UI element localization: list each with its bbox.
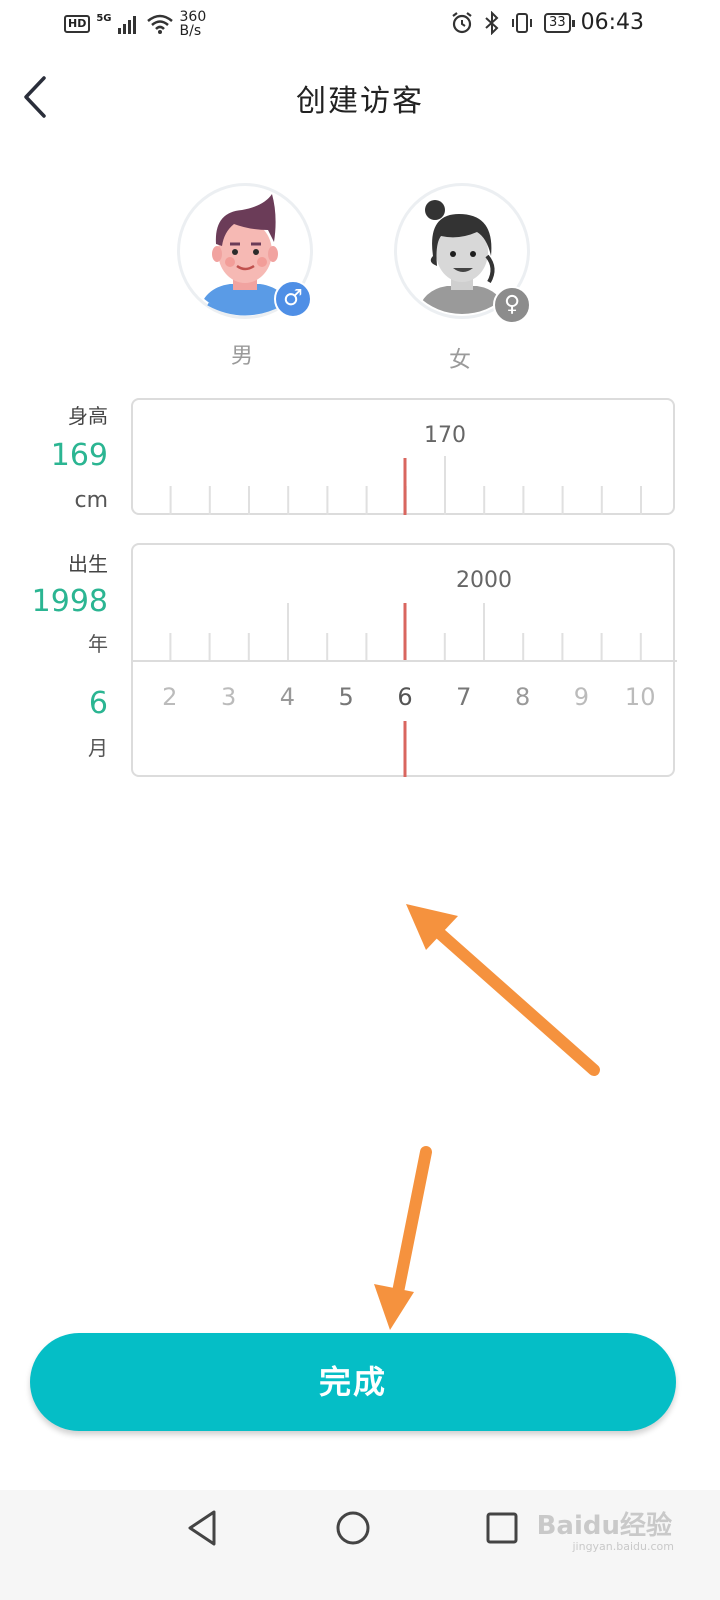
- birth-ruler[interactable]: 2000 2 3 4 5 6 7 8 9 10: [131, 543, 677, 777]
- nav-home-button[interactable]: [323, 1498, 383, 1558]
- status-time: 06:43: [580, 10, 644, 35]
- month-tick-label: 8: [515, 683, 530, 711]
- month-tick-label: 5: [339, 683, 354, 711]
- arrow-lower-icon: [374, 1146, 432, 1330]
- alarm-icon: [452, 11, 472, 33]
- height-ruler-scale: 170: [169, 423, 642, 515]
- month-tick-label: 2: [162, 683, 177, 711]
- birth-month-unit: 月: [88, 736, 108, 760]
- male-label: 男: [230, 344, 253, 369]
- birth-month-value: 6: [88, 686, 108, 721]
- signal-icon: [117, 16, 136, 34]
- page-title: 创建访客: [296, 84, 424, 119]
- birth-ruler-scale: 2000 2 3 4 5 6 7 8 9 10: [133, 568, 677, 777]
- speed-unit: B/s: [179, 23, 202, 39]
- watermark-logo: Baidu经验: [536, 1511, 672, 1541]
- height-unit: cm: [74, 488, 108, 513]
- month-tick-label: 10: [625, 683, 656, 711]
- hd-icon: HD: [64, 15, 91, 33]
- month-tick-label: 7: [456, 683, 471, 711]
- network-type: 5G: [96, 12, 112, 24]
- year-major-label: 2000: [456, 568, 512, 593]
- month-tick-label: 6: [397, 683, 412, 711]
- male-symbol-icon: ♂: [274, 280, 312, 318]
- watermark-url: jingyan.baidu.com: [572, 1540, 674, 1553]
- female-symbol-icon: ♀: [493, 286, 531, 324]
- done-button[interactable]: 完成: [30, 1333, 676, 1431]
- male-avatar-button[interactable]: ♂: [177, 183, 313, 319]
- speed-value: 360: [179, 9, 207, 25]
- vibrate-icon: [512, 12, 533, 33]
- birth-year-unit: 年: [88, 632, 108, 656]
- month-tick-label: 3: [221, 683, 236, 711]
- wifi-icon: [146, 14, 173, 34]
- status-right: 33 06:43: [450, 10, 644, 35]
- battery-icon: 33: [544, 12, 575, 33]
- status-bar: HD 5G 360 B/s 33 06:43: [0, 0, 720, 48]
- status-left: HD 5G 360 B/s: [64, 10, 206, 38]
- height-value: 169: [50, 438, 108, 473]
- height-ruler[interactable]: 170: [131, 398, 675, 515]
- height-label: 身高: [68, 404, 108, 428]
- network-speed: 360 B/s: [180, 10, 207, 38]
- female-avatar-button[interactable]: ♀: [394, 183, 531, 324]
- arrow-upper-icon: [406, 904, 600, 1076]
- bluetooth-icon: [485, 10, 499, 35]
- birth-label: 出生: [68, 552, 108, 576]
- height-major-label: 170: [424, 423, 466, 448]
- birth-year-value: 1998: [31, 584, 108, 619]
- triangle-back-icon: [188, 1510, 216, 1546]
- month-tick-label: 4: [280, 683, 295, 711]
- square-recents-icon: [486, 1512, 518, 1544]
- female-label: 女: [448, 348, 471, 373]
- nav-back-button[interactable]: [172, 1498, 232, 1558]
- month-tick-label: 9: [574, 683, 589, 711]
- nav-recents-button[interactable]: [472, 1498, 532, 1558]
- circle-home-icon: [336, 1511, 370, 1545]
